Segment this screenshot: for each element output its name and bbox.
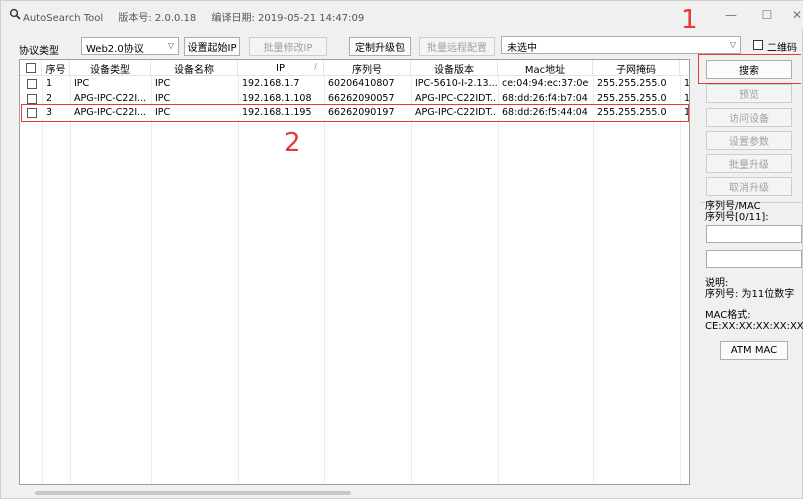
col-header-mask[interactable]: 子网掩码 <box>593 60 680 76</box>
qr-code-label: 二维码 <box>767 43 797 54</box>
magnifier-icon <box>9 8 21 20</box>
sort-indicator-icon: / <box>314 62 317 71</box>
column-divider <box>70 76 71 484</box>
mac-format-text: CE:XX:XX:XX:XX:XX <box>705 321 803 332</box>
cell-extra: 1 <box>684 78 690 89</box>
protocol-select[interactable]: Web2.0协议 ▽ <box>81 37 179 55</box>
note-title: 说明: <box>705 278 729 289</box>
set-params-button[interactable]: 设置参数 <box>706 131 792 150</box>
column-divider <box>593 76 594 484</box>
annotation-box-row3 <box>21 104 689 122</box>
app-name: AutoSearch Tool <box>23 13 104 24</box>
serial-input[interactable] <box>706 225 802 243</box>
atm-mac-button[interactable]: ATM MAC <box>720 341 788 360</box>
cell-type: IPC <box>74 78 90 89</box>
window-title: AutoSearch Tool 版本号: 2.0.0.18 编译日期: 2019… <box>23 9 376 24</box>
annotation-number-1: 1 <box>681 5 698 35</box>
serial-mac-group-title: 序列号/MAC <box>705 201 761 212</box>
col-header-ip-label: IP <box>276 62 285 74</box>
chevron-down-icon: ▽ <box>729 40 736 49</box>
note-serial: 序列号: 为11位数字 <box>705 289 795 300</box>
cell-name: IPC <box>155 78 171 89</box>
col-header-extra[interactable] <box>680 60 689 76</box>
cell-serial: 60206410807 <box>328 78 395 89</box>
chevron-down-icon: ▽ <box>167 41 174 50</box>
select-all-checkbox[interactable] <box>25 63 36 73</box>
build-date-label: 编译日期: 2019-05-21 14:47:09 <box>211 13 365 24</box>
selection-combo[interactable]: 未选中 ▽ <box>501 36 741 54</box>
close-button[interactable]: ✕ <box>779 1 803 29</box>
column-divider <box>151 76 152 484</box>
row-checkbox[interactable] <box>27 79 37 89</box>
selection-value: 未选中 <box>507 43 537 54</box>
preview-button[interactable]: 预览 <box>706 84 792 103</box>
column-divider <box>411 76 412 484</box>
column-divider <box>238 76 239 484</box>
batch-modify-ip-button[interactable]: 批量修改IP <box>249 37 327 56</box>
select-all-header[interactable] <box>20 60 42 76</box>
protocol-label: 协议类型 <box>19 46 59 57</box>
col-header-name[interactable]: 设备名称 <box>151 60 238 76</box>
batch-remote-config-button[interactable]: 批量远程配置 <box>419 37 495 56</box>
visit-device-button[interactable]: 访问设备 <box>706 108 792 127</box>
cell-ip: 192.168.1.7 <box>242 78 300 89</box>
mac-format-title: MAC格式: <box>705 310 751 321</box>
qr-code-checkbox[interactable] <box>753 40 763 50</box>
device-table: 序号 设备类型 设备名称 IP / 序列号 设备版本 Mac地址 子网掩码 1 … <box>19 59 690 485</box>
cell-version: IPC-5610-I-2.13... <box>415 78 497 89</box>
version-label: 版本号: 2.0.0.18 <box>118 13 197 24</box>
col-header-no[interactable]: 序号 <box>42 60 70 76</box>
annotation-box-search <box>698 54 801 84</box>
col-header-type[interactable]: 设备类型 <box>70 60 151 76</box>
table-row[interactable]: 1 IPC IPC 192.168.1.7 60206410807 IPC-56… <box>20 78 690 90</box>
col-header-ip[interactable]: IP / <box>238 60 324 76</box>
col-header-version[interactable]: 设备版本 <box>411 60 498 76</box>
custom-upgrade-button[interactable]: 定制升级包 <box>349 37 411 56</box>
col-header-serial[interactable]: 序列号 <box>324 60 411 76</box>
app-window: AutoSearch Tool 版本号: 2.0.0.18 编译日期: 2019… <box>0 0 803 499</box>
cell-mac: ce:04:94:ec:37:0e <box>502 78 589 89</box>
cell-mask: 255.255.255.0 <box>597 78 667 89</box>
col-header-mac[interactable]: Mac地址 <box>498 60 593 76</box>
protocol-value: Web2.0协议 <box>86 44 144 55</box>
set-start-ip-button[interactable]: 设置起始IP <box>184 37 240 56</box>
batch-upgrade-button[interactable]: 批量升级 <box>706 154 792 173</box>
minimize-button[interactable]: — <box>713 1 749 29</box>
mac-input[interactable] <box>706 250 802 268</box>
serial-count-label: 序列号[0/11]: <box>705 212 769 223</box>
column-divider <box>324 76 325 484</box>
cancel-upgrade-button[interactable]: 取消升级 <box>706 177 792 196</box>
column-divider <box>498 76 499 484</box>
column-divider <box>680 76 681 484</box>
row-checkbox[interactable] <box>27 94 37 104</box>
annotation-number-2: 2 <box>284 128 301 158</box>
horizontal-scrollbar[interactable] <box>35 491 351 495</box>
column-divider <box>42 76 43 484</box>
table-header: 序号 设备类型 设备名称 IP / 序列号 设备版本 Mac地址 子网掩码 <box>20 60 689 76</box>
cell-no: 1 <box>46 78 53 89</box>
